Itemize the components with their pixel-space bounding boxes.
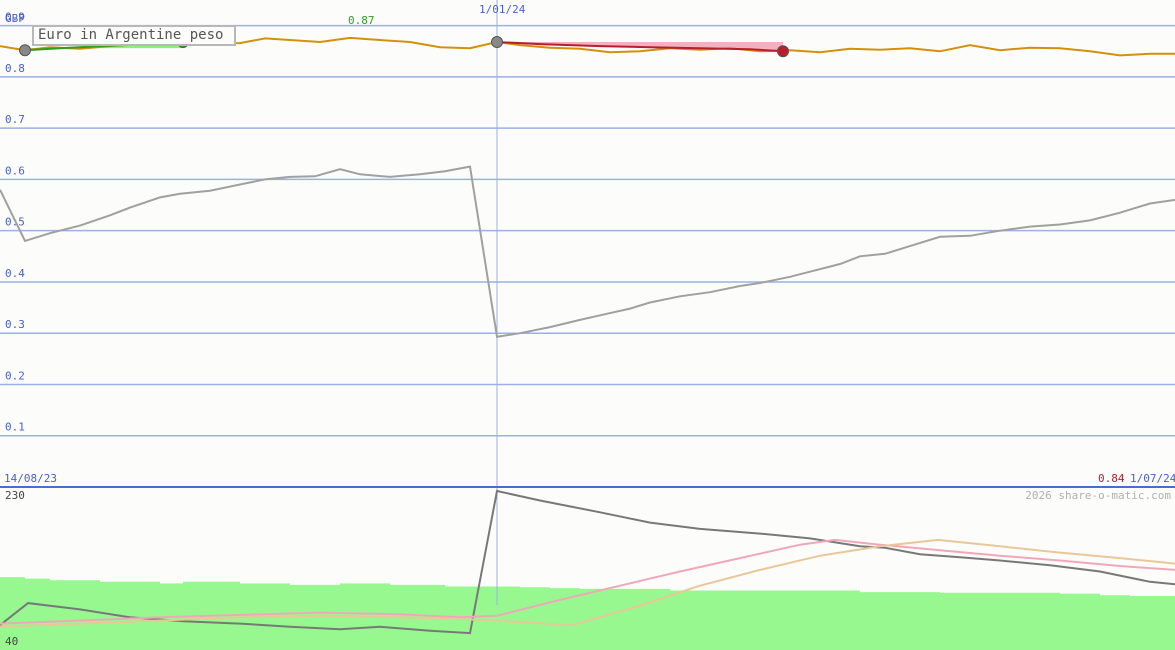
y-tick-0.5: 0.5 xyxy=(5,216,25,229)
start-date-label: 14/08/23 xyxy=(4,472,57,485)
y-tick-0.1: 0.1 xyxy=(5,421,25,434)
end-date-label: 1/07/24 xyxy=(1130,472,1175,485)
lower-scale-bottom: 40 xyxy=(5,635,18,648)
start-marker-value: 0.87 xyxy=(348,14,375,27)
chart-background xyxy=(0,0,1175,650)
y-tick-0.6: 0.6 xyxy=(5,164,25,177)
y-tick-0.7: 0.7 xyxy=(5,113,25,126)
y-tick-0.4: 0.4 xyxy=(5,267,25,280)
y-tick-labels: 0.1 0.2 0.3 0.4 0.5 0.6 0.7 0.8 0.9 xyxy=(5,11,25,434)
y-tick-0.2: 0.2 xyxy=(5,369,25,382)
end-marker-value: 0.84 xyxy=(1098,472,1125,485)
marker-1 xyxy=(19,44,31,57)
copyright-label: 2026 share-o-matic.com xyxy=(1025,489,1171,502)
marker-3 xyxy=(491,36,503,49)
chart-title: Euro in Argentine peso xyxy=(32,25,236,46)
chart-stage: GBP 0.1 0.2 0.3 0.4 0.5 0.6 0.7 0.8 0.9 0.87 1/0… xyxy=(0,0,1175,650)
exchange-rate-chart: GBP 0.10.20.30.40.50.60.70.80.9 0.87 1/0… xyxy=(0,0,1175,650)
y-tick-0.8: 0.8 xyxy=(5,62,25,75)
lower-scale-top: 230 xyxy=(5,489,25,502)
marker-4 xyxy=(777,45,789,58)
mid-date-label: 1/01/24 xyxy=(479,3,526,16)
y-tick-0.9: 0.9 xyxy=(5,11,25,24)
y-tick-0.3: 0.3 xyxy=(5,318,25,331)
